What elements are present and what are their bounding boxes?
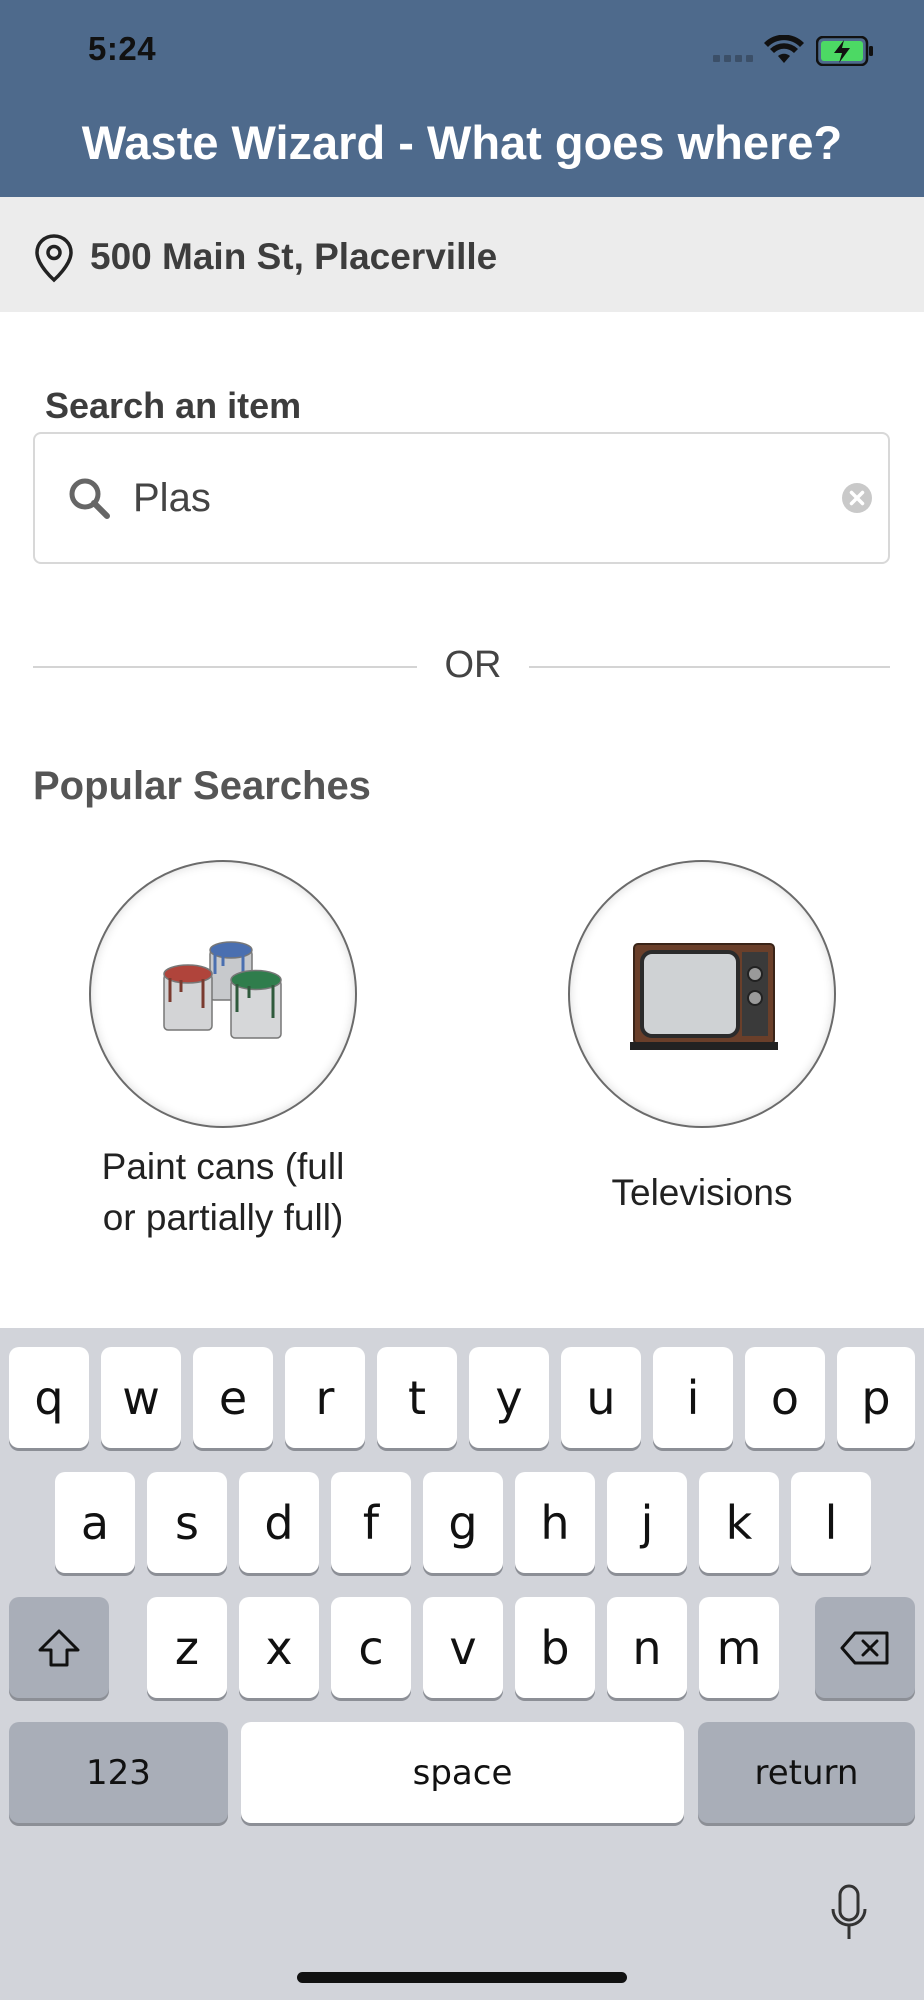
backspace-icon (840, 1631, 889, 1664)
popular-searches-title: Popular Searches (33, 764, 371, 808)
key-w[interactable]: w (101, 1347, 181, 1448)
cellular-signal-icon (713, 55, 753, 62)
key-d[interactable]: d (239, 1472, 319, 1573)
page-title: Waste Wizard - What goes where? (81, 116, 843, 169)
popular-caption-paint-cans[interactable]: Paint cans (full or partially full) (73, 1141, 373, 1243)
television-icon (630, 943, 778, 1050)
wifi-icon (764, 35, 804, 63)
location-address[interactable]: 500 Main St, Placerville (90, 236, 497, 278)
shift-key[interactable] (9, 1597, 109, 1698)
home-indicator[interactable] (297, 1972, 627, 1983)
key-y[interactable]: y (469, 1347, 549, 1448)
key-o[interactable]: o (745, 1347, 825, 1448)
key-r[interactable]: r (285, 1347, 365, 1448)
key-t[interactable]: t (377, 1347, 457, 1448)
key-g[interactable]: g (423, 1472, 503, 1573)
clear-search-icon[interactable] (841, 482, 873, 514)
key-u[interactable]: u (561, 1347, 641, 1448)
key-c[interactable]: c (331, 1597, 411, 1698)
key-a[interactable]: a (55, 1472, 135, 1573)
key-j[interactable]: j (607, 1472, 687, 1573)
shift-icon (38, 1629, 80, 1666)
key-l[interactable]: l (791, 1472, 871, 1573)
key-q[interactable]: q (9, 1347, 89, 1448)
key-k[interactable]: k (699, 1472, 779, 1573)
key-i[interactable]: i (653, 1347, 733, 1448)
key-p[interactable]: p (837, 1347, 915, 1448)
key-f[interactable]: f (331, 1472, 411, 1573)
location-pin-icon (35, 234, 73, 283)
status-time: 5:24 (88, 30, 157, 67)
divider-line-right (529, 666, 890, 668)
search-icon (69, 478, 110, 519)
popular-caption-televisions[interactable]: Televisions (552, 1167, 852, 1218)
return-key[interactable]: return (698, 1722, 915, 1823)
divider-line-left (33, 666, 417, 668)
key-v[interactable]: v (423, 1597, 503, 1698)
key-z[interactable]: z (147, 1597, 227, 1698)
key-s[interactable]: s (147, 1472, 227, 1573)
key-m[interactable]: m (699, 1597, 779, 1698)
key-e[interactable]: e (193, 1347, 273, 1448)
paint-cans-icon (163, 941, 282, 1039)
popular-item-paint-cans[interactable] (89, 860, 357, 1128)
key-h[interactable]: h (515, 1472, 595, 1573)
key-n[interactable]: n (607, 1597, 687, 1698)
key-x[interactable]: x (239, 1597, 319, 1698)
or-divider-text: OR (444, 644, 502, 686)
key-b[interactable]: b (515, 1597, 595, 1698)
microphone-icon[interactable] (828, 1883, 870, 1945)
backspace-key[interactable] (815, 1597, 915, 1698)
numbers-key[interactable]: 123 (9, 1722, 228, 1823)
battery-charging-icon (816, 36, 873, 66)
popular-item-televisions[interactable] (568, 860, 836, 1128)
search-label: Search an item (45, 385, 302, 426)
search-input[interactable] (133, 470, 813, 526)
app-header: 5:24 Waste Wizard - What goes where? (0, 0, 924, 197)
space-key[interactable]: space (241, 1722, 684, 1823)
